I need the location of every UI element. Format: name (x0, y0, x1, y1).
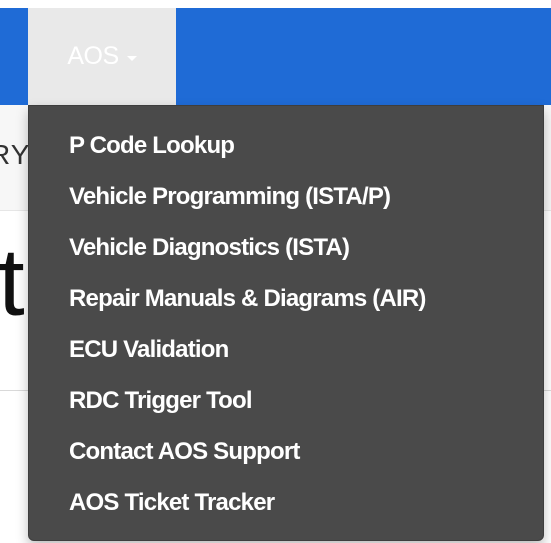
top-navbar: AOS (0, 8, 551, 105)
aos-menu-label: AOS (67, 42, 119, 70)
menu-item-aos-ticket-tracker[interactable]: AOS Ticket Tracker (29, 477, 543, 528)
menu-item-vehicle-programming[interactable]: Vehicle Programming (ISTA/P) (29, 171, 543, 222)
aos-dropdown-menu: P Code Lookup Vehicle Programming (ISTA/… (28, 105, 544, 541)
page-heading-partial: t (0, 229, 25, 336)
menu-item-ecu-validation[interactable]: ECU Validation (29, 324, 543, 375)
menu-item-rdc-trigger-tool[interactable]: RDC Trigger Tool (29, 375, 543, 426)
secondary-nav-partial-text: RY (0, 139, 31, 170)
page: AOS RY t P Code Lookup Vehicle Programmi… (0, 0, 551, 543)
menu-item-contact-aos-support[interactable]: Contact AOS Support (29, 426, 543, 477)
menu-item-p-code-lookup[interactable]: P Code Lookup (29, 120, 543, 171)
aos-menu-toggle[interactable]: AOS (28, 8, 176, 105)
menu-item-vehicle-diagnostics[interactable]: Vehicle Diagnostics (ISTA) (29, 222, 543, 273)
menu-item-repair-manuals[interactable]: Repair Manuals & Diagrams (AIR) (29, 273, 543, 324)
caret-down-icon (126, 56, 137, 61)
